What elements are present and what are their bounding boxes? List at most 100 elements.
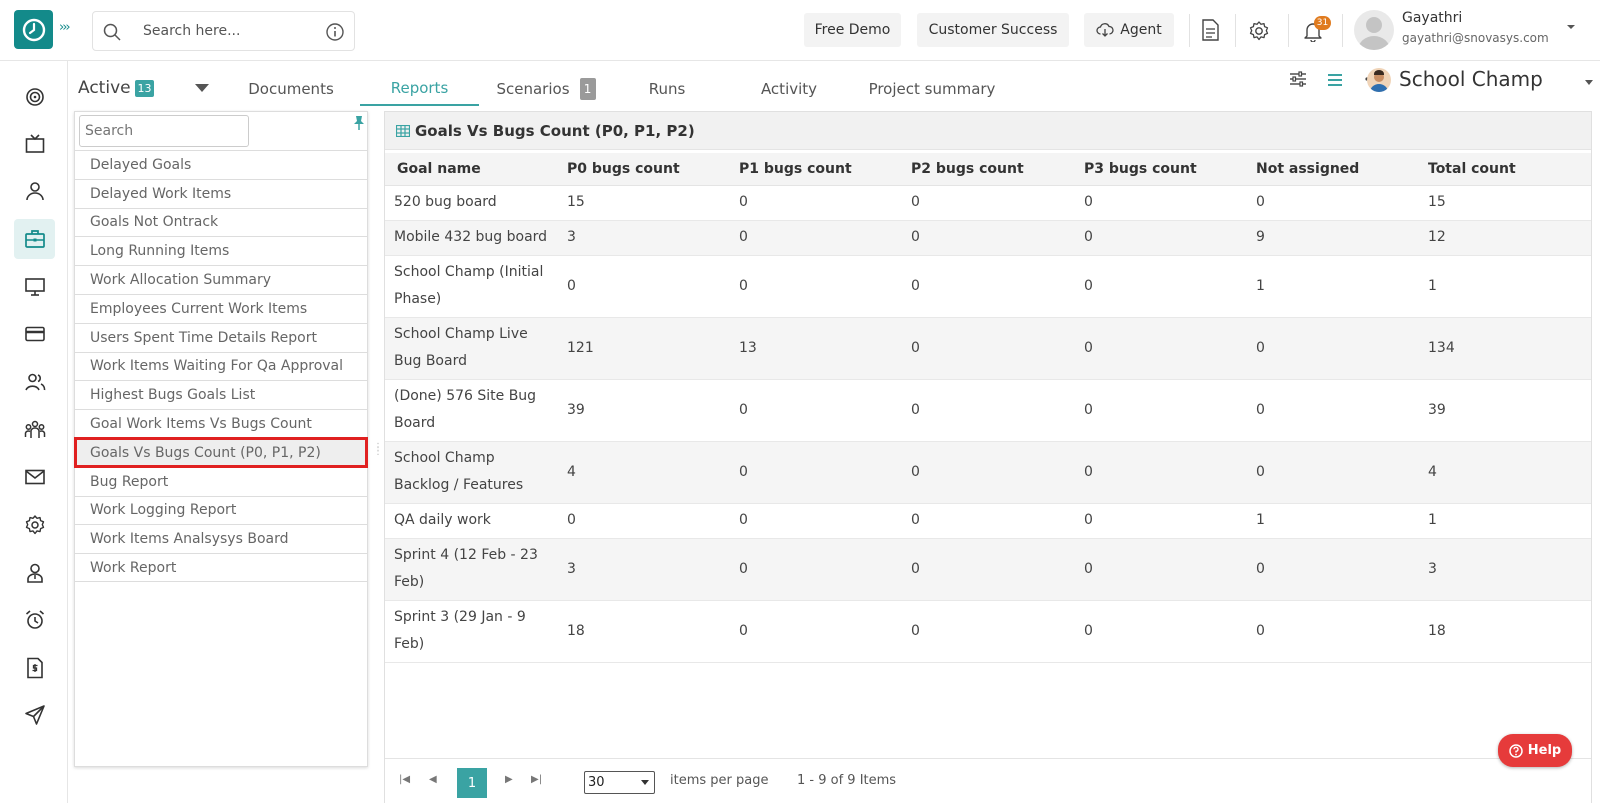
- count-cell: 15: [558, 185, 730, 221]
- briefcase-icon: [24, 230, 45, 248]
- report-list-item[interactable]: Employees Current Work Items: [75, 293, 367, 323]
- tab-reports[interactable]: Reports: [360, 72, 479, 106]
- report-list-item[interactable]: Work Items Analsysys Board: [75, 524, 367, 553]
- search-input[interactable]: Search here...: [143, 23, 240, 39]
- user-avatar[interactable]: [1354, 10, 1394, 50]
- panel-resize-handle[interactable]: ⋮ ⋮: [373, 443, 383, 457]
- chevron-down-icon[interactable]: [1566, 23, 1576, 31]
- sidebar-item-invoice[interactable]: [14, 648, 55, 688]
- count-cell: 1: [1247, 503, 1419, 539]
- project-selector[interactable]: School Champ: [1399, 67, 1543, 91]
- count-cell: 0: [1075, 255, 1247, 318]
- settings-gear-icon[interactable]: [1248, 20, 1270, 42]
- report-title: Goals Vs Bugs Count (P0, P1, P2): [415, 121, 695, 140]
- report-list-item[interactable]: Delayed Goals: [75, 150, 367, 179]
- sidebar-item-tv[interactable]: [14, 124, 55, 164]
- table-body: 520 bug board 15 0 0 0 0 15 Mobile 432 bug boar…: [385, 185, 1591, 663]
- column-header[interactable]: Total count: [1419, 153, 1591, 186]
- report-list: Delayed Goals Delayed Work Items Goals Not…: [74, 150, 368, 582]
- next-page-icon[interactable]: ▶: [505, 774, 513, 785]
- tab-project-summary[interactable]: Project summary: [865, 72, 999, 106]
- column-header[interactable]: Goal name: [385, 153, 558, 186]
- tab-scenarios[interactable]: Scenarios 1: [491, 72, 601, 106]
- count-cell: 39: [558, 379, 730, 442]
- agent-button[interactable]: Agent: [1084, 13, 1174, 47]
- sidebar-item-users[interactable]: [14, 362, 55, 402]
- sidebar-item-teams[interactable]: [14, 410, 55, 450]
- help-button[interactable]: Help: [1498, 734, 1572, 767]
- prev-page-icon[interactable]: ◀: [429, 774, 437, 785]
- table-header-row: Goal name P0 bugs count P1 bugs count P2 bu…: [385, 153, 1591, 186]
- count-cell: 12: [1419, 220, 1591, 256]
- sidebar-item-settings[interactable]: [14, 505, 55, 545]
- report-list-item[interactable]: Work Allocation Summary: [75, 265, 367, 294]
- user-icon: [25, 182, 44, 201]
- app-logo[interactable]: [14, 10, 53, 49]
- free-demo-button[interactable]: Free Demo: [804, 13, 901, 47]
- report-list-item[interactable]: Highest Bugs Goals List: [75, 380, 367, 409]
- sidebar-item-billing[interactable]: [14, 314, 55, 354]
- tab-documents[interactable]: Documents: [241, 72, 341, 106]
- sidebar-item-desktop[interactable]: [14, 267, 55, 307]
- caret-down-icon[interactable]: [1585, 80, 1593, 85]
- count-cell: 0: [730, 220, 902, 256]
- report-search-input[interactable]: [79, 115, 249, 147]
- pin-icon[interactable]: [352, 115, 366, 131]
- divider: [1189, 14, 1190, 47]
- column-header[interactable]: P0 bugs count: [558, 153, 730, 186]
- mail-icon: [24, 469, 45, 485]
- gear-icon: [25, 515, 44, 535]
- report-list-item[interactable]: Long Running Items: [75, 236, 367, 265]
- count-cell: 0: [902, 317, 1075, 380]
- report-list-item[interactable]: Bug Report: [75, 466, 367, 496]
- sidebar-item-send[interactable]: [14, 695, 55, 735]
- table-row: Mobile 432 bug board 3 0 0 0 9 12: [385, 220, 1591, 256]
- last-page-icon[interactable]: ▶|: [531, 774, 542, 785]
- report-list-item[interactable]: Users Spent Time Details Report: [75, 322, 367, 352]
- column-header[interactable]: P1 bugs count: [730, 153, 902, 186]
- sidebar-item-dashboard[interactable]: [14, 77, 55, 117]
- document-icon[interactable]: [1200, 19, 1220, 41]
- filter-sliders-icon[interactable]: [1289, 71, 1307, 87]
- tab-runs[interactable]: Runs: [627, 72, 707, 106]
- column-header[interactable]: Not assigned: [1247, 153, 1419, 186]
- page-size-select[interactable]: 30: [584, 771, 655, 794]
- report-list-item[interactable]: Goals Not Ontrack: [75, 207, 367, 237]
- expand-sidebar-icon[interactable]: ›››: [59, 20, 71, 35]
- users-icon: [24, 373, 45, 391]
- caret-down-icon[interactable]: [195, 84, 209, 92]
- list-view-icon[interactable]: [1327, 73, 1343, 87]
- report-list-item[interactable]: Delayed Work Items: [75, 178, 367, 208]
- column-header[interactable]: P3 bugs count: [1075, 153, 1247, 186]
- sidebar-item-alarm[interactable]: [14, 600, 55, 640]
- sidebar-item-projects[interactable]: [14, 219, 55, 259]
- count-cell: 0: [902, 600, 1075, 663]
- report-list-item[interactable]: Goal Work Items Vs Bugs Count: [75, 409, 367, 438]
- customer-success-button[interactable]: Customer Success: [917, 13, 1069, 47]
- sidebar-item-mail[interactable]: [14, 457, 55, 497]
- count-cell: 3: [558, 538, 730, 601]
- count-cell: 0: [1247, 379, 1419, 442]
- count-cell: 0: [1075, 441, 1247, 504]
- goal-name-cell: Sprint 4 (12 Feb - 23 Feb): [385, 538, 558, 601]
- table-row: 520 bug board 15 0 0 0 0 15: [385, 185, 1591, 221]
- current-page-button[interactable]: 1: [457, 768, 487, 798]
- global-search[interactable]: Search here...: [92, 11, 355, 51]
- info-icon[interactable]: [325, 22, 345, 42]
- sidebar-item-employee[interactable]: [14, 553, 55, 593]
- report-list-item[interactable]: Work Items Waiting For Qa Approval: [75, 351, 367, 381]
- sidebar-item-profile[interactable]: [14, 171, 55, 211]
- report-list-item[interactable]: Work Logging Report: [75, 495, 367, 525]
- report-list-item[interactable]: Goals Vs Bugs Count (P0, P1, P2): [74, 436, 368, 468]
- column-header[interactable]: P2 bugs count: [902, 153, 1075, 186]
- clock-logo-icon: [22, 18, 45, 41]
- count-cell: 121: [558, 317, 730, 380]
- credit-card-icon: [24, 326, 45, 342]
- count-cell: 18: [1419, 600, 1591, 663]
- first-page-icon[interactable]: |◀: [399, 774, 410, 785]
- report-list-item[interactable]: Work Report: [75, 553, 367, 582]
- tab-activity[interactable]: Activity: [744, 72, 834, 106]
- target-icon: [25, 88, 44, 106]
- status-filter-label[interactable]: Active: [78, 78, 131, 98]
- user-avatar-icon: [1358, 17, 1390, 50]
